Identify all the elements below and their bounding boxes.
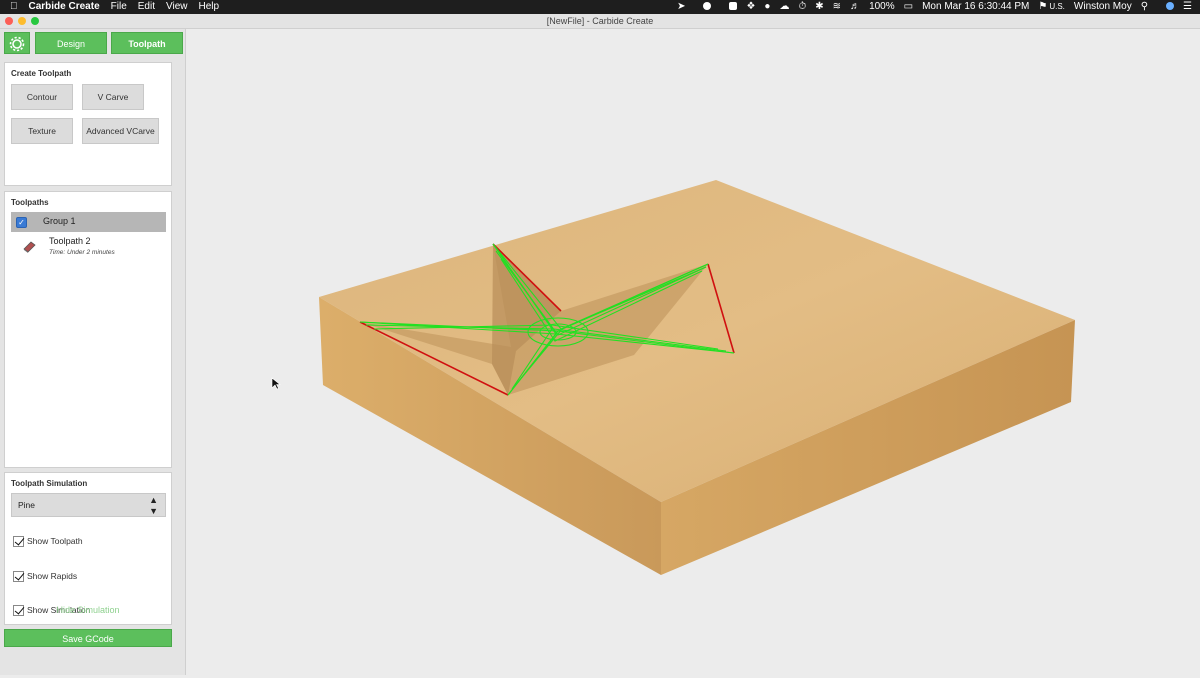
menu-file[interactable]: File [111,0,127,14]
select-arrows-icon: ▲ ▼ [149,495,158,516]
settings-button[interactable] [4,32,30,54]
toolpath-list-item[interactable]: Toolpath 2 Time: Under 2 minutes [11,236,166,261]
flag-icon[interactable]: ⚑ [1038,0,1047,14]
toolpaths-title: Toolpaths [11,198,49,207]
checkbox-icon [13,571,24,583]
texture-button[interactable]: Texture [11,118,73,144]
dropbox-icon[interactable]: ❖ [746,0,755,14]
menu-view[interactable]: View [166,0,188,14]
apple-icon[interactable]:  [10,0,18,14]
spotlight-icon[interactable]: ⚲ [1141,0,1148,14]
gear-icon [9,36,25,52]
material-value: Pine [18,500,36,510]
simulation-render [319,180,1075,575]
drop-icon[interactable]: ● [764,0,770,14]
create-toolpath-title: Create Toolpath [11,69,72,78]
save-gcode-button[interactable]: Save GCode [4,629,172,647]
group-label: Group 1 [43,216,76,226]
show-rapids-checkbox[interactable]: Show Rapids [13,569,77,583]
mouse-cursor-icon [271,377,281,390]
menu-help[interactable]: Help [199,0,220,14]
wifi-icon[interactable]: ≋ [833,0,841,14]
contour-button[interactable]: Contour [11,84,73,110]
clock[interactable]: Mon Mar 16 6:30:44 PM [922,0,1029,14]
input-source[interactable]: U.S. [1049,0,1065,14]
time-machine-icon[interactable]: ⏱ [798,0,806,14]
toolpath-name: Toolpath 2 [49,236,91,246]
close-window-button[interactable] [5,17,13,25]
menu-bar:  Carbide Create File Edit View Help ➤ ❖… [0,0,1200,14]
status-icon[interactable] [694,0,712,14]
toolpath-icon [23,241,36,253]
window-title-bar: [NewFile] - Carbide Create [0,14,1200,29]
group-checkbox[interactable]: ✓ [16,217,27,228]
3d-viewport[interactable] [186,29,1200,675]
menu-edit[interactable]: Edit [138,0,155,14]
vcarve-button[interactable]: V Carve [82,84,144,110]
show-toolpath-label: Show Toolpath [27,536,83,546]
user-menu[interactable]: Winston Moy [1074,0,1132,14]
toolpath-time: Time: Under 2 minutes [49,249,115,256]
left-panel: Design Toolpath Create Toolpath Contour … [0,29,186,675]
simulation-panel: Toolpath Simulation Pine ▲ ▼ Show Toolpat… [4,472,172,625]
checkbox-icon [13,536,24,548]
battery-icon[interactable]: ▭ [904,0,913,14]
tab-toolpath[interactable]: Toolpath [111,32,183,54]
hide-simulation-link[interactable]: Hide Simulation [4,605,172,615]
zoom-window-button[interactable] [31,17,39,25]
toolpaths-panel: Toolpaths ✓ Group 1 Toolpath 2 Time: Und… [4,191,172,468]
toolpath-group-row[interactable]: ✓ Group 1 [11,212,166,232]
app-status-icon[interactable] [720,0,738,14]
volume-icon[interactable]: ♬ [850,0,860,14]
show-rapids-label: Show Rapids [27,571,78,581]
advanced-vcarve-button[interactable]: Advanced VCarve [82,118,159,144]
minimize-window-button[interactable] [18,17,26,25]
tab-design[interactable]: Design [35,32,107,54]
siri-icon[interactable] [1157,0,1175,14]
show-toolpath-checkbox[interactable]: Show Toolpath [13,534,83,548]
material-select[interactable]: Pine ▲ ▼ [11,493,166,517]
app-menu[interactable]: Carbide Create [29,0,100,14]
notification-center-icon[interactable]: ☰ [1183,0,1192,14]
create-toolpath-panel: Create Toolpath Contour V Carve Texture … [4,62,172,186]
battery-percent[interactable]: 100% [869,0,895,14]
simulation-title: Toolpath Simulation [11,479,88,488]
bluetooth-icon[interactable]: ✱ [815,0,823,14]
window-title: [NewFile] - Carbide Create [546,16,654,26]
cloud-icon[interactable]: ☁ [779,0,789,14]
location-icon[interactable]: ➤ [677,0,685,14]
